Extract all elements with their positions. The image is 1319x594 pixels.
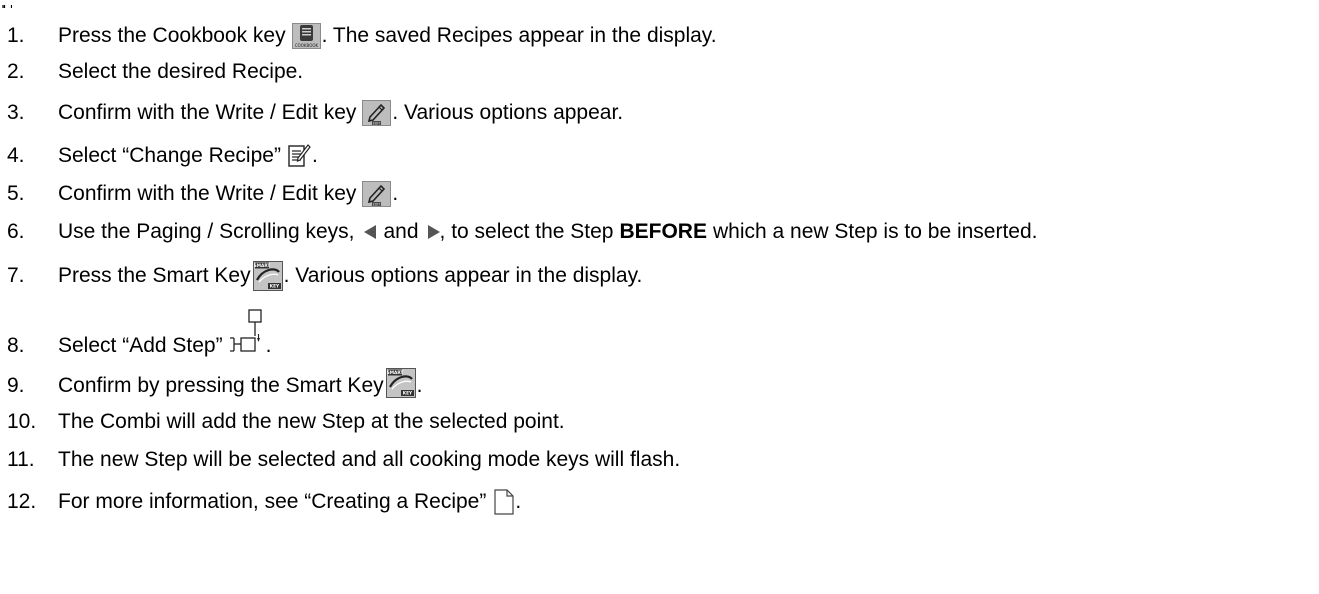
instruction-list: 1. Press the Cookbook key COOKBOOK . The…: [0, 0, 1319, 594]
smart-key-top-label: SMART: [253, 263, 270, 269]
step-number: 3.: [7, 101, 25, 124]
step-number: 5.: [7, 182, 25, 205]
step-text-end: .: [416, 374, 423, 397]
list-item: 8. Select “Add Step” .: [7, 309, 1319, 358]
step-text-end: . Various options appear.: [392, 101, 624, 124]
list-item: 9. Confirm by pressing the Smart Key SMA…: [7, 368, 1319, 398]
list-item: 6. Use the Paging / Scrolling keys, and …: [7, 220, 1319, 244]
cookbook-key-label: COOKBOOK: [294, 43, 318, 48]
smart-key-icon: SMART KEY: [252, 261, 283, 291]
step-text: Confirm by pressing the Smart Key: [58, 374, 384, 397]
step-text: Confirm with the Write / Edit key: [58, 182, 357, 205]
step-text: Press the Cookbook key: [58, 24, 286, 47]
step-text: Use the Paging / Scrolling keys,: [58, 220, 355, 243]
step-text: The new Step will be selected and all co…: [58, 448, 681, 471]
list-item: 10. The Combi will add the new Step at t…: [7, 410, 1319, 434]
cookbook-key-icon: COOKBOOK: [291, 23, 321, 49]
paging-left-icon: [364, 225, 377, 239]
list-item: 1. Press the Cookbook key COOKBOOK . The…: [7, 23, 1319, 49]
step-number: 8.: [7, 334, 25, 357]
step-text-end: .: [265, 334, 272, 357]
step-text-bold: BEFORE: [619, 220, 707, 243]
step-number: 11.: [7, 448, 35, 471]
step-text-end: . The saved Recipes appear in the displa…: [321, 24, 717, 47]
change-recipe-icon: [287, 143, 311, 169]
step-number: 9.: [7, 374, 25, 397]
step-text: Press the Smart Key: [58, 264, 251, 287]
step-number: 6.: [7, 220, 25, 243]
step-text-and: and: [383, 220, 419, 243]
list-item: 2. Select the desired Recipe.: [7, 60, 1319, 84]
step-number: 2.: [7, 60, 25, 83]
step-text: Select “Add Step”: [58, 334, 223, 357]
smart-key-top-label: SMART: [386, 370, 403, 376]
list-item: 11. The new Step will be selected and al…: [7, 448, 1319, 472]
list-item: 7. Press the Smart Key SMART KEY . Vario…: [7, 261, 1319, 291]
smart-key-bottom-label: KEY: [269, 284, 279, 290]
list-item: 5. Confirm with the Write / Edit key EDI…: [7, 181, 1319, 207]
paging-right-icon: [427, 225, 440, 239]
smart-key-bottom-label: KEY: [402, 391, 412, 397]
step-text: Select the desired Recipe.: [58, 60, 304, 83]
new-recipe-document-icon: [494, 489, 514, 515]
step-text: Confirm with the Write / Edit key: [58, 101, 357, 124]
list-item: 3. Confirm with the Write / Edit key EDI…: [7, 100, 1319, 126]
step-number: 1.: [7, 24, 25, 47]
write-edit-key-icon: EDIT: [362, 100, 392, 126]
step-text-end: .: [515, 490, 522, 513]
edit-key-label: EDIT: [373, 121, 380, 125]
add-step-icon: [229, 309, 265, 357]
step-text-end: which a new Step is to be inserted.: [712, 220, 1038, 243]
edit-key-label: EDIT: [373, 202, 380, 206]
list-item: 12. For more information, see “Creating …: [7, 489, 1319, 515]
list-item: 4. Select “Change Recipe” .: [7, 143, 1319, 169]
step-text-end: .: [392, 182, 399, 205]
step-text-end: .: [311, 144, 318, 167]
step-text: The Combi will add the new Step at the s…: [58, 410, 565, 433]
step-number: 4.: [7, 144, 25, 167]
step-text: For more information, see “Creating a Re…: [58, 490, 487, 513]
step-text-mid: , to select the Step: [439, 220, 614, 243]
smart-key-icon: SMART KEY: [385, 368, 416, 398]
write-edit-key-icon: EDIT: [362, 181, 392, 207]
step-text: Select “Change Recipe”: [58, 144, 281, 167]
step-text-end: . Various options appear in the display.: [283, 264, 643, 287]
step-number: 12.: [7, 490, 37, 513]
step-number: 7.: [7, 264, 25, 287]
step-number: 10.: [7, 410, 37, 433]
